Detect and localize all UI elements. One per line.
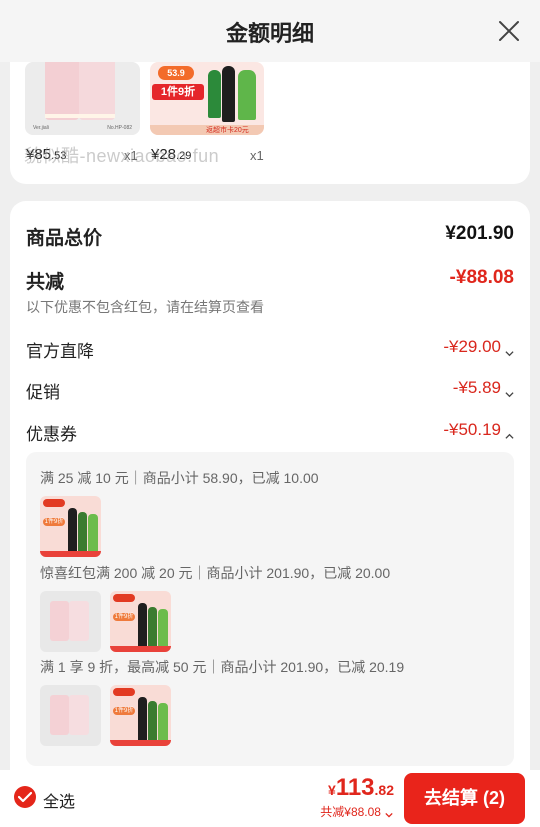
coupon-product-oil-image[interactable]: 1件9折 bbox=[110, 685, 171, 746]
saved-amount-toggle[interactable]: 共减¥88.08 bbox=[320, 803, 394, 820]
total-price-value: ¥201.90 bbox=[445, 223, 514, 244]
page-title: 金额明细 bbox=[225, 21, 314, 46]
pajama-product-image[interactable]: Ver.jiali No.HP-082 bbox=[25, 62, 140, 135]
chevron-down-icon[interactable] bbox=[505, 343, 514, 357]
coupon-rule-text: 满 25 减 10 元｜商品小计 58.90，已减 10.00 bbox=[40, 470, 319, 486]
product-brand-tag: Ver.jiali bbox=[33, 125, 49, 131]
header-bar: 金额明细 bbox=[0, 0, 540, 62]
reduce-note: 以下优惠不包含红包，请在结算页查看 bbox=[26, 299, 264, 315]
chevron-up-icon[interactable] bbox=[505, 426, 514, 439]
price-summary-card: 商品总价 ¥201.90 共减 -¥88.08 以下优惠不包含红包，请在结算页查… bbox=[10, 201, 530, 791]
discount-value: -¥29.00 bbox=[443, 337, 514, 357]
close-icon[interactable] bbox=[498, 20, 520, 42]
chevron-down-icon bbox=[385, 808, 394, 818]
coupon-product-oil-image[interactable]: 1件9折 bbox=[40, 496, 101, 557]
coupon-product-oil-image[interactable]: 1件9折 bbox=[110, 591, 171, 652]
checkout-bar: 全选 ¥113.82 共减¥88.08 去结算 (2) bbox=[0, 770, 540, 827]
discount-value: -¥5.89 bbox=[453, 378, 514, 398]
offer-label: 1件9折 bbox=[152, 84, 204, 100]
coupon-product-pajama-image[interactable] bbox=[40, 591, 101, 652]
select-all-checkbox[interactable] bbox=[14, 786, 36, 808]
discount-row-official[interactable]: 官方直降 -¥29.00 bbox=[26, 337, 514, 361]
checkmark-icon bbox=[18, 791, 32, 803]
oil-product-image[interactable]: 53.9 1件9折 返超市卡20元 bbox=[150, 62, 264, 135]
product-qty: x1 bbox=[250, 148, 264, 163]
price-badge: 53.9 bbox=[158, 66, 194, 80]
total-reduce-value: -¥88.08 bbox=[449, 267, 514, 288]
discount-value: -¥50.19 bbox=[443, 420, 514, 440]
total-price-label: 商品总价 bbox=[26, 228, 103, 249]
select-all-label[interactable]: 全选 bbox=[43, 788, 75, 812]
coupon-rule-text: 惊喜红包满 200 减 20 元｜商品小计 201.90，已减 20.00 bbox=[40, 565, 391, 581]
checkout-button[interactable]: 去结算 (2) bbox=[404, 773, 525, 824]
discount-label: 优惠券 bbox=[26, 425, 77, 444]
chevron-down-icon[interactable] bbox=[505, 384, 514, 398]
discount-row-coupon[interactable]: 优惠券 -¥50.19 bbox=[26, 420, 514, 444]
discount-row-promo[interactable]: 促销 -¥5.89 bbox=[26, 378, 514, 402]
oil-strip-text: 返超市卡20元 bbox=[206, 127, 249, 134]
coupon-product-pajama-image[interactable] bbox=[40, 685, 101, 746]
total-amount: ¥113.82 bbox=[328, 774, 394, 801]
discount-label: 促销 bbox=[26, 383, 60, 402]
product-sku-tag: No.HP-082 bbox=[107, 125, 132, 131]
watermark: 貌似酷-newxiaobao.fun bbox=[24, 146, 220, 166]
coupon-rule-text: 满 1 享 9 折，最高减 50 元｜商品小计 201.90，已减 20.19 bbox=[40, 659, 405, 675]
coupon-detail-box: 满 25 减 10 元｜商品小计 58.90，已减 10.00 1件9折 惊喜红… bbox=[26, 452, 514, 766]
total-reduce-label: 共减 bbox=[26, 272, 65, 293]
discount-label: 官方直降 bbox=[26, 342, 94, 361]
product-card: Ver.jiali No.HP-082 53.9 1件9折 返超市卡20元 ¥8… bbox=[10, 62, 530, 184]
